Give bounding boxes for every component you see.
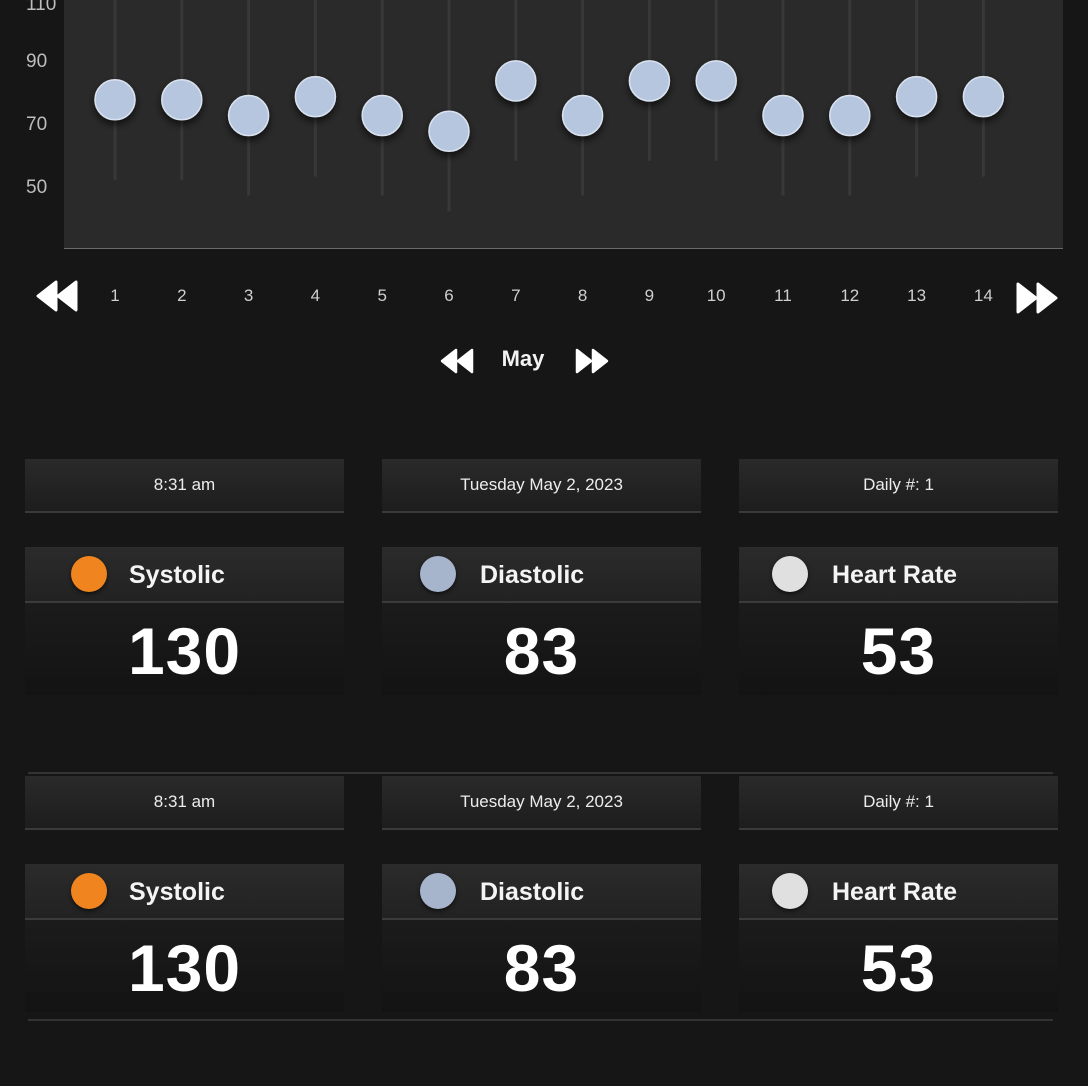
x-tick-label: 5 <box>377 286 387 305</box>
heart-rate-header: Heart Rate <box>739 547 1058 603</box>
diastolic-value: 83 <box>503 614 580 688</box>
blue-dot-icon <box>420 873 456 909</box>
y-tick-label: 110 <box>26 0 57 15</box>
diastolic-header: Diastolic <box>382 864 701 920</box>
heart-rate-value: 53 <box>860 931 937 1005</box>
x-tick-label: 12 <box>840 286 860 305</box>
heart-rate-header: Heart Rate <box>739 864 1058 920</box>
chart-svg <box>94 0 1005 212</box>
divider <box>28 1019 1053 1021</box>
x-tick-label: 6 <box>444 286 454 305</box>
data-point[interactable] <box>161 79 203 121</box>
systolic-card: Systolic 130 <box>25 547 344 695</box>
data-point[interactable] <box>227 94 270 137</box>
heart-rate-label: Heart Rate <box>832 878 958 906</box>
x-tick-label: 7 <box>511 286 521 305</box>
systolic-value: 130 <box>127 931 242 1005</box>
month-label: May <box>501 346 545 371</box>
diastolic-value: 83 <box>503 931 580 1005</box>
rewind-icon[interactable] <box>36 280 78 312</box>
data-point[interactable] <box>428 110 470 153</box>
systolic-header: Systolic <box>25 864 344 920</box>
heart-rate-card: Heart Rate 53 <box>739 864 1058 1012</box>
data-point[interactable] <box>695 60 737 102</box>
reading-time: 8:31 am <box>25 459 344 513</box>
data-point[interactable] <box>361 94 403 137</box>
x-tick-label: 1 <box>110 286 120 305</box>
next-month-button[interactable] <box>575 348 609 374</box>
reading-time: 8:31 am <box>25 776 344 830</box>
data-point[interactable] <box>628 60 671 102</box>
diastolic-card: Diastolic 83 <box>382 864 701 1012</box>
y-tick-label: 70 <box>26 114 48 135</box>
data-point[interactable] <box>495 60 537 102</box>
heart-rate-value: 53 <box>860 614 937 688</box>
heart-rate-card: Heart Rate 53 <box>739 547 1058 695</box>
diastolic-label: Diastolic <box>480 561 585 589</box>
fast-forward-icon[interactable] <box>1016 282 1058 314</box>
white-dot-icon <box>772 873 808 909</box>
systolic-label: Systolic <box>129 878 225 906</box>
blue-dot-icon <box>420 556 456 592</box>
x-tick-label: 9 <box>644 286 655 305</box>
diastolic-card: Diastolic 83 <box>382 547 701 695</box>
x-tick-label: 2 <box>177 286 187 305</box>
y-tick-label: 50 <box>26 177 48 198</box>
orange-dot-icon <box>71 556 107 592</box>
systolic-header: Systolic <box>25 547 344 603</box>
data-point[interactable] <box>829 94 871 137</box>
y-tick-label: 90 <box>26 51 48 72</box>
chart-plot-area <box>64 0 1063 249</box>
systolic-value: 130 <box>127 614 242 688</box>
x-tick-label: 8 <box>577 286 588 305</box>
data-point[interactable] <box>94 79 136 121</box>
data-point[interactable] <box>762 94 804 137</box>
heart-rate-label: Heart Rate <box>832 561 958 589</box>
white-dot-icon <box>772 556 808 592</box>
data-point[interactable] <box>294 75 337 118</box>
reading-daily-count: Daily #: 1 <box>739 776 1058 830</box>
systolic-label: Systolic <box>129 561 225 589</box>
systolic-card: Systolic 130 <box>25 864 344 1012</box>
x-tick-label: 11 <box>774 286 792 305</box>
reading-daily-count: Daily #: 1 <box>739 459 1058 513</box>
diastolic-label: Diastolic <box>480 878 585 906</box>
orange-dot-icon <box>71 873 107 909</box>
reading-date: Tuesday May 2, 2023 <box>382 776 701 830</box>
data-point[interactable] <box>895 75 938 118</box>
x-tick-label: 13 <box>907 286 927 305</box>
prev-month-button[interactable] <box>440 348 474 374</box>
diastolic-header: Diastolic <box>382 547 701 603</box>
x-tick-label: 14 <box>973 286 993 305</box>
x-tick-label: 3 <box>243 286 254 305</box>
reading-date: Tuesday May 2, 2023 <box>382 459 701 513</box>
x-tick-label: 10 <box>706 286 726 305</box>
data-point[interactable] <box>962 75 1005 118</box>
x-tick-label: 4 <box>310 286 321 305</box>
divider <box>28 772 1053 774</box>
data-point[interactable] <box>561 94 604 137</box>
